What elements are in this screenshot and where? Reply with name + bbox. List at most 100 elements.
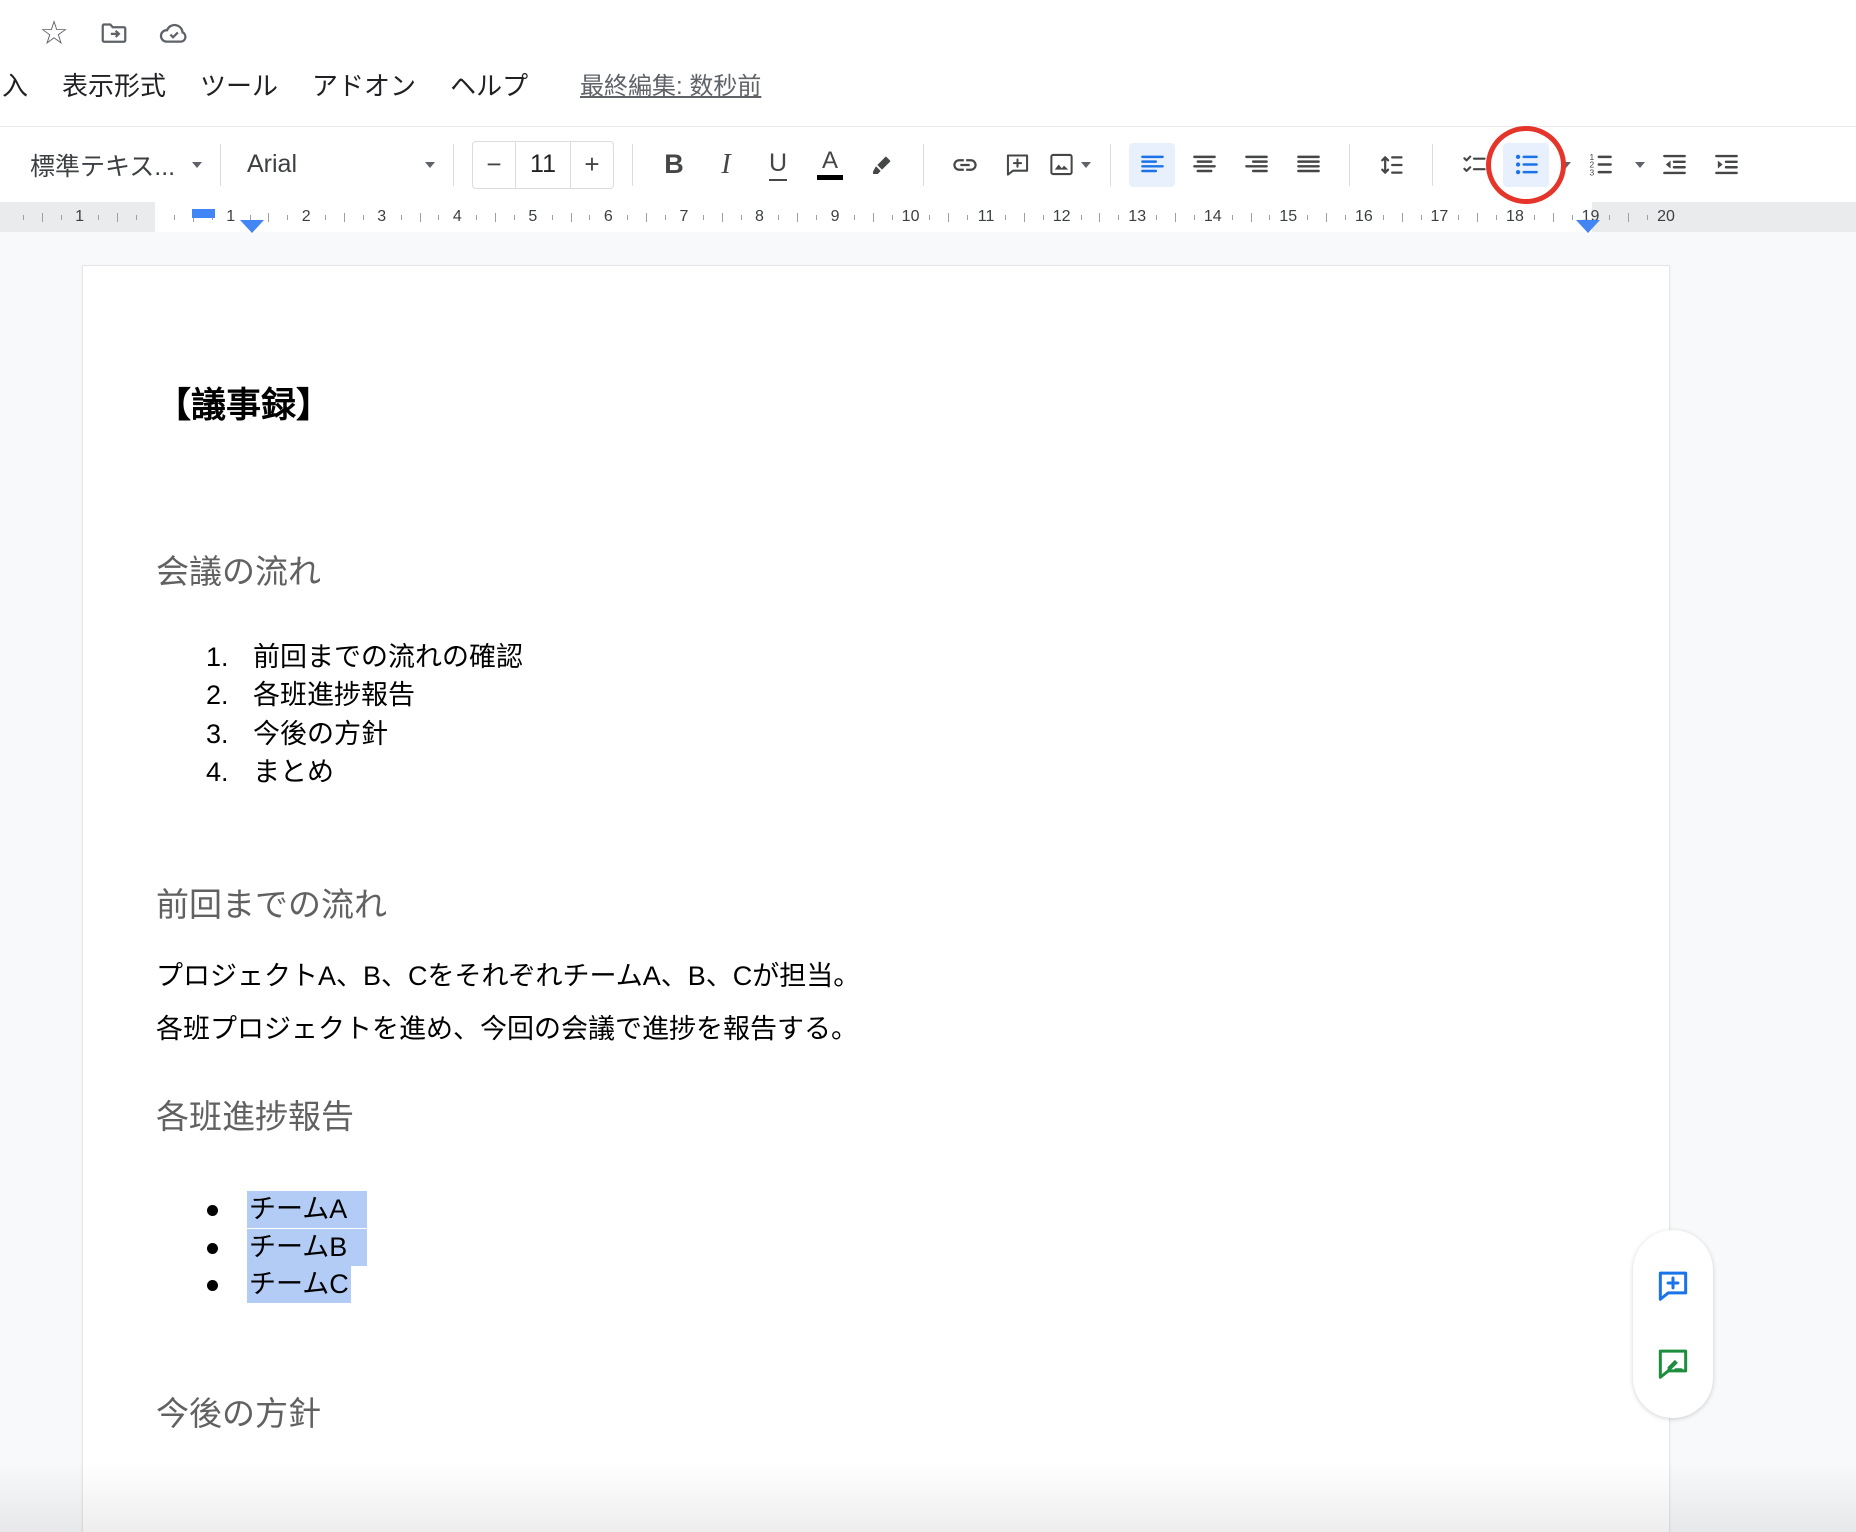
bulleted-list-icon bbox=[1513, 151, 1540, 178]
chevron-down-icon bbox=[192, 162, 202, 173]
ruler-tick bbox=[363, 215, 364, 220]
line-spacing-button[interactable] bbox=[1368, 143, 1414, 187]
menu-item[interactable]: ヘルプ bbox=[433, 66, 545, 103]
insert-link-button[interactable] bbox=[942, 143, 988, 187]
paragraph-line[interactable]: 各班プロジェクトを進め、今回の会議で進捗を報告する。 bbox=[156, 1013, 858, 1047]
ruler-tick bbox=[552, 215, 553, 220]
decrease-font-size-button[interactable]: − bbox=[473, 142, 515, 188]
underline-button[interactable]: U bbox=[755, 143, 801, 187]
heading-progress[interactable]: 各班進捗報告 bbox=[156, 1099, 354, 1135]
cloud-saved-icon[interactable] bbox=[157, 16, 191, 50]
ruler-tick bbox=[646, 213, 647, 222]
ruler-tick bbox=[42, 213, 43, 222]
ruler-tick bbox=[571, 213, 572, 222]
header: ☆ 入表示形式ツールアドオンヘルプ 最終編集: 数秒前 bbox=[0, 0, 1856, 126]
left-indent-marker[interactable] bbox=[240, 220, 264, 233]
ruler-tick bbox=[98, 215, 99, 220]
agenda-list-item[interactable]: 各班進捗報告 bbox=[156, 676, 523, 714]
menu-item[interactable]: アドオン bbox=[295, 66, 433, 103]
ruler-cm-cell: 16 bbox=[1288, 202, 1364, 232]
first-line-indent-marker[interactable] bbox=[192, 209, 215, 218]
agenda-numbered-list[interactable]: 前回までの流れの確認各班進捗報告今後の方針まとめ bbox=[156, 638, 523, 792]
menu-item[interactable]: ツール bbox=[183, 66, 295, 103]
bold-icon: B bbox=[664, 149, 684, 180]
toolbar-divider bbox=[923, 144, 924, 186]
increase-indent-button[interactable] bbox=[1703, 143, 1749, 187]
font-size-value[interactable]: 11 bbox=[515, 142, 571, 188]
ruler-cm-cell: 5 bbox=[457, 202, 533, 232]
toolbar-divider bbox=[453, 144, 454, 186]
styles-dropdown[interactable]: 標準テキス... bbox=[30, 147, 202, 183]
italic-button[interactable]: I bbox=[703, 143, 749, 187]
agenda-item-text: 前回までの流れの確認 bbox=[253, 642, 523, 672]
ruler-cm-cell: 1 bbox=[4, 202, 80, 232]
text-color-button[interactable]: A bbox=[807, 143, 853, 187]
bulleted-list-button[interactable] bbox=[1503, 143, 1549, 187]
font-dropdown[interactable]: Arial bbox=[239, 150, 435, 179]
ruler-tick bbox=[1232, 215, 1233, 220]
ruler-cm-cell: 13 bbox=[1062, 202, 1138, 232]
toolbar: 標準テキス... Arial − 11 + B I U A bbox=[0, 126, 1856, 202]
ruler-cm-cell: 7 bbox=[608, 202, 684, 232]
menu-item[interactable]: 入 bbox=[0, 66, 45, 103]
ruler-tick bbox=[627, 215, 628, 220]
menu-item[interactable]: 表示形式 bbox=[45, 66, 183, 103]
side-suggest-edits-button[interactable] bbox=[1651, 1341, 1695, 1385]
right-indent-marker[interactable] bbox=[1576, 220, 1600, 233]
decrease-indent-button[interactable] bbox=[1651, 143, 1697, 187]
star-icon[interactable]: ☆ bbox=[37, 16, 71, 50]
google-docs-app: { "titlebar": { "star_glyph": "☆" }, "me… bbox=[0, 0, 1856, 1532]
align-right-button[interactable] bbox=[1233, 143, 1279, 187]
team-item-text: チームC bbox=[247, 1266, 351, 1303]
toolbar-divider bbox=[1110, 144, 1111, 186]
agenda-list-item[interactable]: まとめ bbox=[156, 753, 523, 791]
ruler-tick bbox=[741, 215, 742, 220]
align-justify-button[interactable] bbox=[1285, 143, 1331, 187]
bulleted-list-chevron-icon[interactable] bbox=[1561, 162, 1571, 173]
paragraph-line[interactable]: プロジェクトA、B、CをそれぞれチームA、B、Cが担当。 bbox=[156, 960, 860, 994]
heading-agenda[interactable]: 会議の流れ bbox=[156, 554, 321, 590]
ruler-cm-cell: 4 bbox=[382, 202, 458, 232]
ruler-tick bbox=[1496, 215, 1497, 220]
ruler-cm-cell: 10 bbox=[835, 202, 911, 232]
increase-font-size-button[interactable]: + bbox=[571, 142, 613, 188]
ruler-tick bbox=[1345, 215, 1346, 220]
doc-title[interactable]: 【議事録】 bbox=[156, 386, 331, 426]
numbered-list-button[interactable]: 1 2 3 bbox=[1577, 143, 1623, 187]
ruler-tick bbox=[1609, 215, 1610, 220]
heading-previous[interactable]: 前回までの流れ bbox=[156, 887, 387, 923]
heading-policy[interactable]: 今後の方針 bbox=[156, 1396, 321, 1432]
ruler-tick bbox=[1628, 213, 1629, 222]
ruler-cm-cell: 17 bbox=[1364, 202, 1440, 232]
ruler-tick bbox=[1099, 213, 1100, 222]
align-center-button[interactable] bbox=[1181, 143, 1227, 187]
checklist-button[interactable] bbox=[1451, 143, 1497, 187]
ruler-cm-cell: 6 bbox=[533, 202, 609, 232]
add-comment-button[interactable] bbox=[994, 143, 1040, 187]
numbered-list-chevron-icon[interactable] bbox=[1635, 162, 1645, 173]
ruler-cm-cell: 8 bbox=[684, 202, 760, 232]
align-center-icon bbox=[1191, 151, 1218, 178]
move-folder-icon[interactable] bbox=[97, 16, 131, 50]
ruler-cm-cell: 9 bbox=[759, 202, 835, 232]
ruler-tick bbox=[438, 215, 439, 220]
ruler-tick bbox=[1383, 215, 1384, 220]
agenda-list-item[interactable]: 今後の方針 bbox=[156, 715, 523, 753]
align-left-button[interactable] bbox=[1129, 143, 1175, 187]
side-add-comment-button[interactable] bbox=[1651, 1263, 1695, 1307]
document-page[interactable]: 【議事録】 会議の流れ 前回までの流れの確認各班進捗報告今後の方針まとめ 前回ま… bbox=[82, 265, 1670, 1532]
ruler-tick bbox=[1251, 213, 1252, 222]
ruler-tick bbox=[136, 215, 137, 220]
last-edit-link[interactable]: 最終編集: 数秒前 bbox=[580, 66, 761, 101]
team-list-item[interactable]: チームA bbox=[156, 1191, 367, 1229]
team-list-item[interactable]: チームC bbox=[156, 1266, 367, 1304]
ruler-tick bbox=[967, 215, 968, 220]
bold-button[interactable]: B bbox=[651, 143, 697, 187]
team-bulleted-list[interactable]: チームA チームB チームC bbox=[156, 1191, 367, 1304]
insert-image-button[interactable] bbox=[1046, 143, 1092, 187]
team-list-item[interactable]: チームB bbox=[156, 1229, 367, 1267]
menubar: 入表示形式ツールアドオンヘルプ bbox=[0, 62, 545, 106]
highlight-color-button[interactable] bbox=[859, 143, 905, 187]
image-icon bbox=[1048, 151, 1075, 178]
agenda-list-item[interactable]: 前回までの流れの確認 bbox=[156, 638, 523, 676]
